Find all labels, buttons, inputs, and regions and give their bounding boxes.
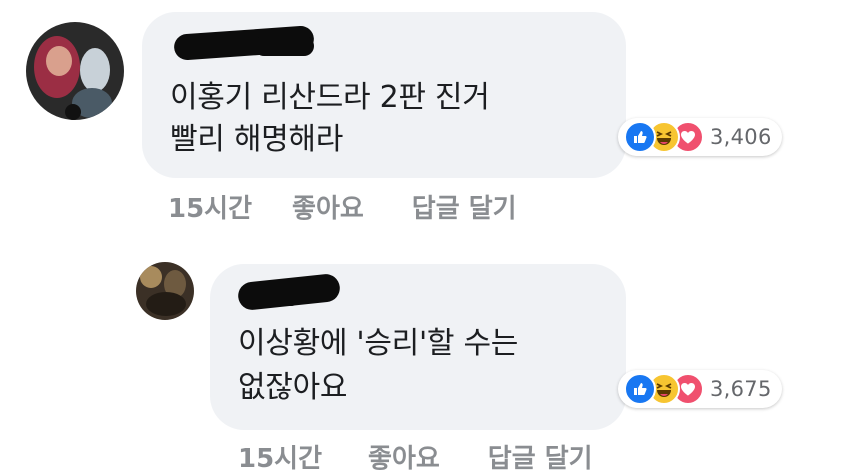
- comment-text-line-2: 없잖아요: [238, 370, 348, 405]
- timestamp[interactable]: 15시간: [168, 188, 252, 225]
- like-button[interactable]: 좋아요: [368, 438, 440, 475]
- comment-bubble[interactable]: 이상황에 '승리'할 수는 없잖아요: [210, 264, 626, 430]
- reaction-count: 3,675: [710, 377, 772, 401]
- like-icon: [624, 121, 656, 153]
- avatar[interactable]: [136, 262, 194, 320]
- like-icon: [624, 373, 656, 405]
- reply-button[interactable]: 답글 달기: [412, 188, 517, 225]
- reactions-summary[interactable]: 3,675: [618, 370, 782, 408]
- reaction-count: 3,406: [710, 125, 772, 149]
- reactions-summary[interactable]: 3,406: [618, 118, 782, 156]
- avatar-status-dot: [65, 104, 81, 120]
- comment-actions: 15시간 좋아요 답글 달기: [238, 438, 593, 475]
- comment-actions: 15시간 좋아요 답글 달기: [168, 188, 517, 225]
- comment-text-line-1: 이홍기 리산드라 2판 진거: [170, 80, 490, 115]
- comment-text-line-1: 이상황에 '승리'할 수는: [238, 326, 519, 361]
- reply-button[interactable]: 답글 달기: [488, 438, 593, 475]
- like-button[interactable]: 좋아요: [292, 188, 364, 225]
- timestamp[interactable]: 15시간: [238, 438, 322, 475]
- comment-text-line-2: 빨리 해명해라: [170, 122, 344, 157]
- comment-bubble[interactable]: 이홍기 리산드라 2판 진거 빨리 해명해라: [142, 12, 626, 178]
